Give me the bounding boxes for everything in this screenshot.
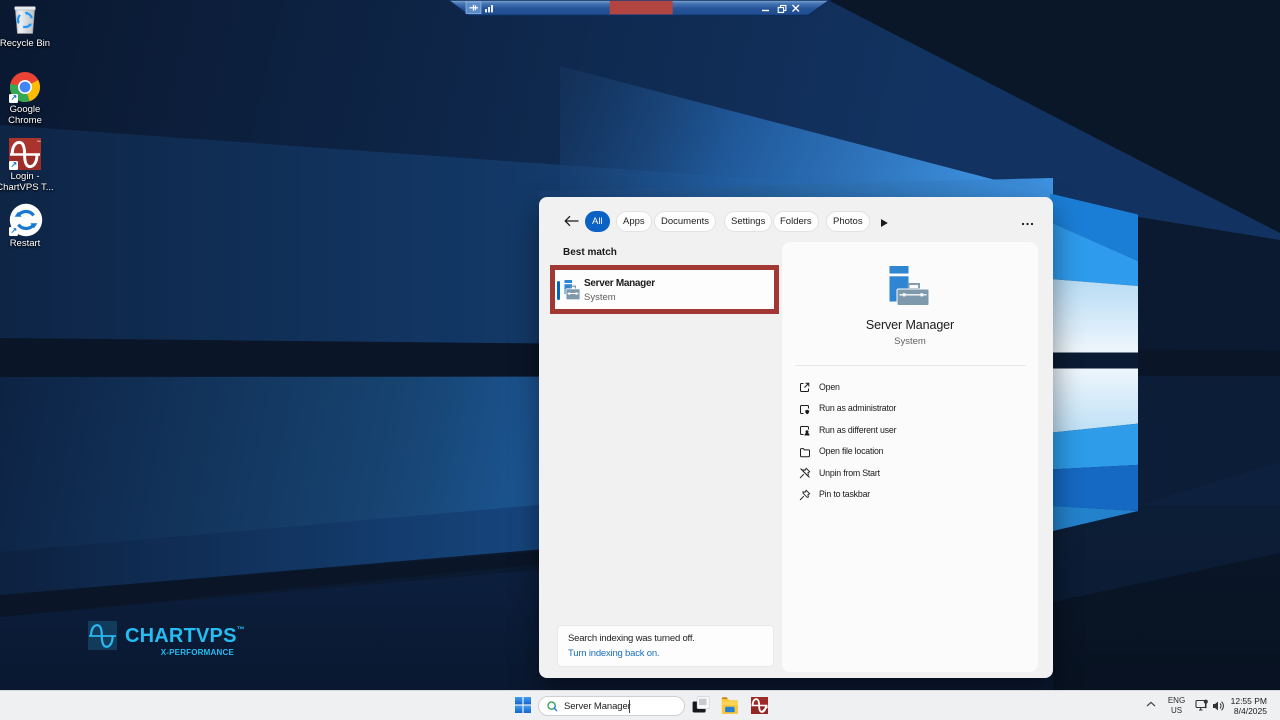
svg-text:™: ™ [37,140,41,145]
